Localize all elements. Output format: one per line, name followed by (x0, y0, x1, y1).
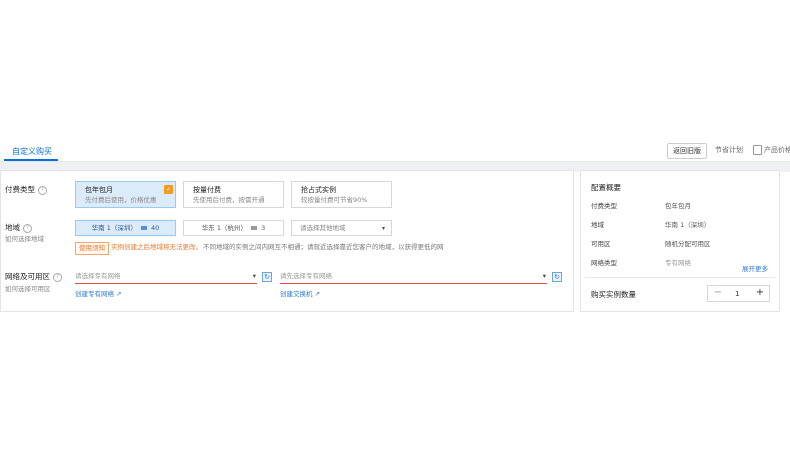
option-title: 抢占式实例 (301, 186, 336, 194)
create-vpc-link[interactable]: 创建专有网络 ↗ (75, 290, 122, 299)
option-desc: 先使用后付费，按需开通 (193, 196, 265, 204)
saving-plan-link[interactable]: 节省计划 (715, 146, 743, 155)
refresh-vpc-icon[interactable]: ↻ (262, 272, 272, 282)
summary-key: 网络类型 (591, 259, 617, 267)
option-title: 按量付费 (193, 186, 221, 194)
summary-value: 专有网络 (665, 259, 691, 267)
expand-more-link[interactable]: 展开更多 (742, 265, 768, 274)
tab-custom-purchase[interactable]: 自定义购买 (12, 146, 52, 157)
summary-value: 随机分配可用区 (665, 240, 711, 248)
billing-option-spot-instance[interactable]: 抢占式实例 较按量付费可节省90% (291, 181, 392, 208)
help-icon[interactable]: ? (53, 272, 62, 282)
vpc-select[interactable]: 请选择专有网络 ▾ (75, 271, 257, 284)
option-desc: 较按量付费可节省90% (301, 196, 368, 204)
summary-key: 地域 (591, 221, 604, 229)
billing-option-subscription[interactable]: 包年包月 先付费后使用，价格优惠 ✓ (75, 181, 176, 208)
region-warning-text: 实例创建之后地域将无法更改。 (111, 243, 202, 251)
caret-down-icon: ▾ (381, 225, 385, 232)
summary-key: 可用区 (591, 240, 611, 248)
region-label: 地域? (5, 223, 32, 233)
quantity-label: 购买实例数量 (591, 290, 636, 299)
option-desc: 先付费后使用，价格优惠 (85, 196, 157, 204)
vswitch-select[interactable]: 请先选择专有网络 ▾ (280, 271, 547, 284)
caret-down-icon: ▾ (542, 272, 546, 280)
help-icon[interactable]: ? (38, 185, 47, 195)
create-vswitch-link[interactable]: 创建交换机 ↗ (280, 290, 320, 299)
billing-type-label: 付费类型? (5, 185, 47, 195)
summary-divider (585, 277, 775, 278)
help-icon[interactable]: ? (23, 223, 32, 233)
caret-down-icon: ▾ (252, 272, 256, 280)
summary-value: 包年包月 (665, 202, 691, 210)
billing-option-pay-as-you-go[interactable]: 按量付费 先使用后付费，按需开通 (183, 181, 284, 208)
instance-count-icon (140, 226, 147, 230)
back-to-old-version-button[interactable]: 返回旧版 (667, 143, 707, 159)
instance-count-icon (251, 226, 258, 230)
region-name: 华东 1（杭州） (201, 224, 247, 232)
network-zone-label: 网络及可用区? (5, 272, 62, 282)
region-tip-detail: 不同地域的实例之间内网互不相通；请就近选择靠近您客户的地域，以获得更低的网络时延… (203, 243, 443, 251)
select-placeholder: 请选择其他地域 (300, 224, 346, 232)
select-placeholder: 请先选择专有网络 (280, 272, 332, 280)
how-to-choose-region-link[interactable]: 如何选择地域 (5, 235, 44, 244)
product-price-link[interactable]: 产品价格 (764, 146, 790, 155)
increment-button[interactable]: + (754, 287, 766, 299)
quantity-stepper[interactable]: − 1 + (707, 285, 770, 302)
external-link-icon: ↗ (114, 290, 122, 298)
option-title: 包年包月 (85, 186, 113, 194)
region-option-shenzhen[interactable]: 华南 1（深圳） 40 (75, 220, 176, 236)
price-document-icon (753, 145, 762, 155)
region-count: 3 (261, 224, 266, 232)
quantity-value[interactable]: 1 (735, 290, 739, 299)
summary-value: 华南 1（深圳） (665, 221, 711, 229)
usage-notice-tag: 使用须知 (75, 242, 109, 255)
decrement-button[interactable]: − (712, 287, 724, 299)
select-placeholder: 请选择专有网络 (75, 272, 121, 280)
external-link-icon: ↗ (312, 290, 321, 298)
how-to-choose-zone-link[interactable]: 如何选择可用区 (5, 285, 51, 294)
region-option-hangzhou[interactable]: 华东 1（杭州） 3 (183, 220, 284, 236)
summary-key: 付费类型 (591, 202, 617, 210)
refresh-vswitch-icon[interactable]: ↻ (552, 272, 562, 282)
region-name: 华南 1（深圳） (91, 224, 137, 232)
summary-title: 配置概要 (591, 183, 621, 192)
region-count: 40 (151, 224, 160, 232)
selected-check-icon: ✓ (164, 185, 173, 194)
other-region-select[interactable]: 请选择其他地域 ▾ (291, 220, 392, 236)
